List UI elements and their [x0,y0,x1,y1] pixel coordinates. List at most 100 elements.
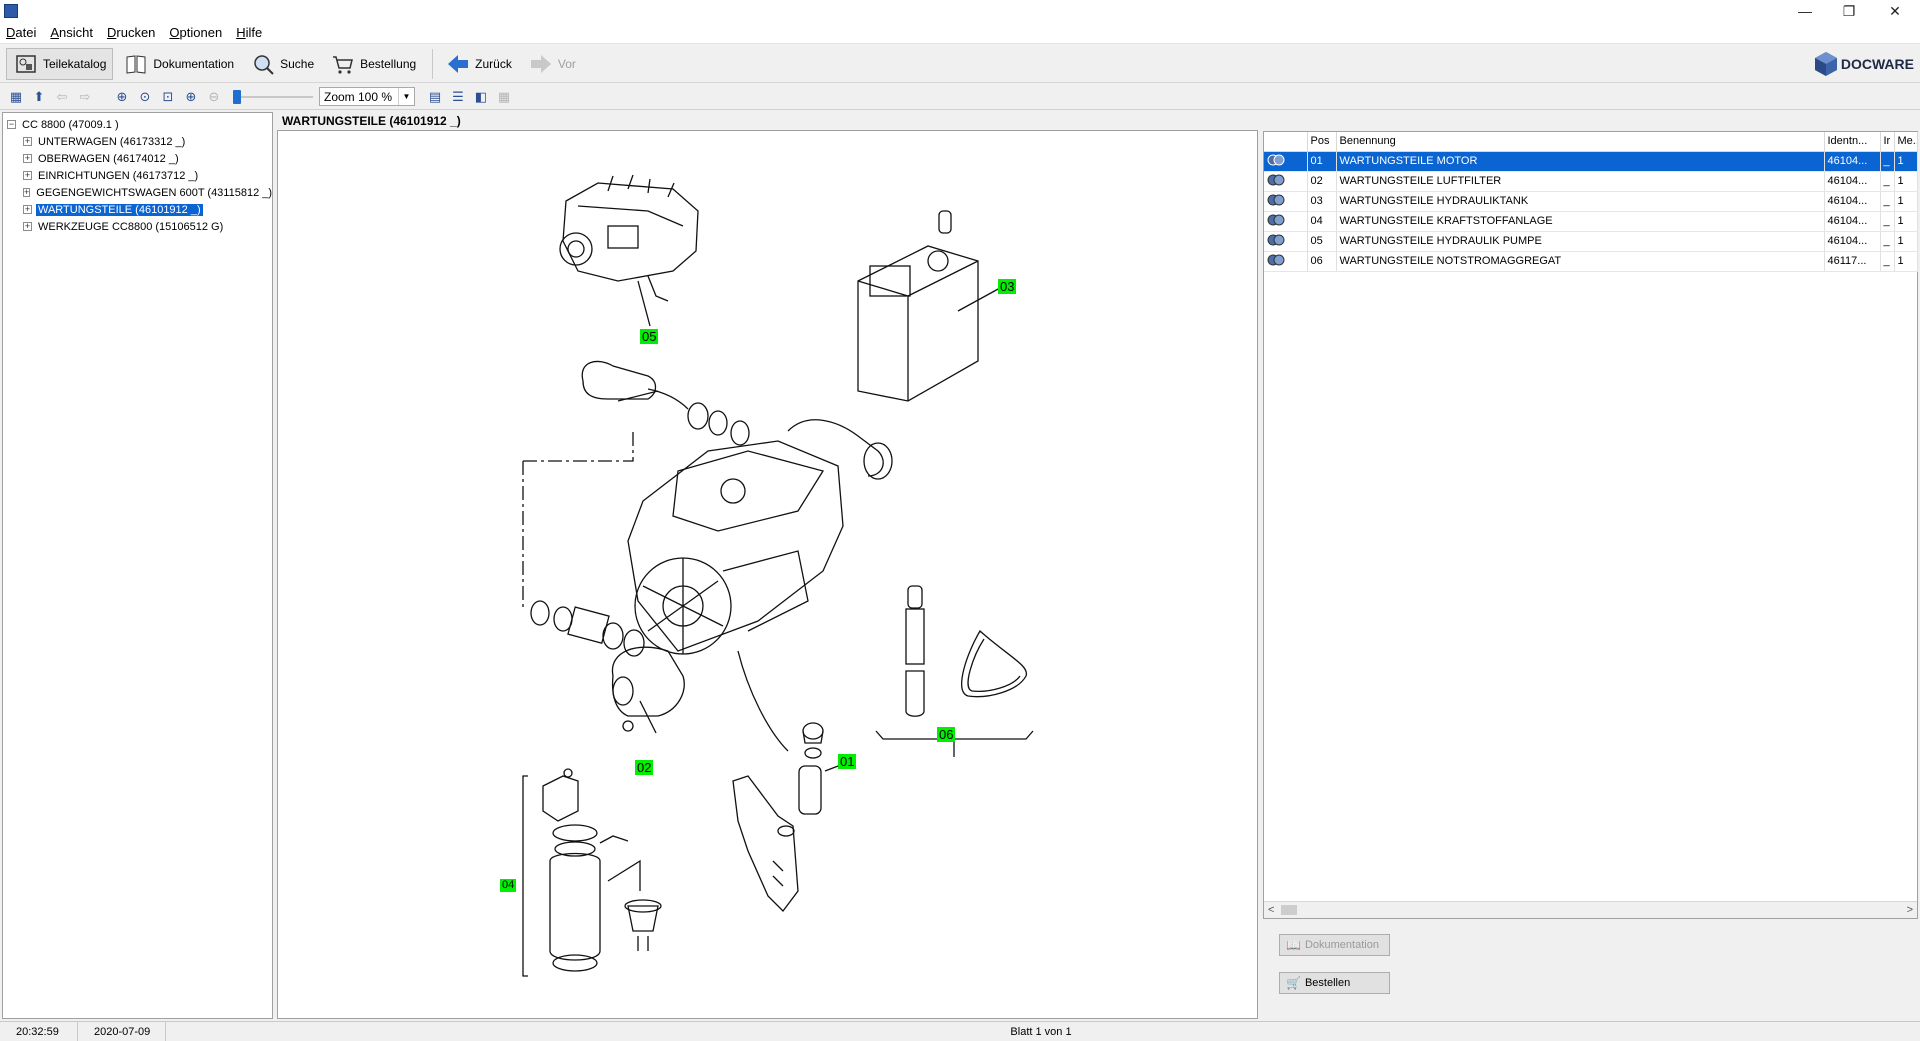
col-header-ir[interactable]: Ir [1880,132,1895,152]
layout-grid-icon[interactable]: ▦ [494,87,514,107]
restore-button[interactable]: ❐ [1826,0,1872,22]
navigation-tree: − CC 8800 (47009.1 ) + UNTERWAGEN (46173… [2,112,273,1019]
menge-cell: 1 [1894,231,1918,252]
tree-node-wartungsteile[interactable]: + WARTUNGSTEILE (46101912 _) [7,201,272,218]
tree-node-label[interactable]: UNTERWAGEN (46173312 _) [36,136,187,148]
expand-icon[interactable]: + [23,188,31,197]
layout-rows-icon[interactable]: ☰ [448,87,468,107]
position-label-02[interactable]: 02 [635,760,654,775]
col-header-ident[interactable]: Identn... [1824,132,1881,152]
zoom-window-icon[interactable]: ⊡ [158,87,178,107]
dokumentation-side-button[interactable]: 📖 Dokumentation [1279,934,1390,956]
col-header-pos[interactable]: Pos [1307,132,1337,152]
tree-node-werkzeuge[interactable]: + WERKZEUGE CC8800 (15106512 G) [7,218,272,235]
vor-button[interactable]: Vor [522,48,582,80]
col-header-benennung[interactable]: Benennung [1336,132,1825,152]
ident-cell: 46104... [1824,231,1881,252]
suche-button[interactable]: Suche [244,48,320,80]
tree-toggle-icon[interactable]: ▦ [6,87,26,107]
zoom-fit-icon[interactable]: ⊙ [135,87,155,107]
ir-cell: _ [1880,171,1895,192]
table-row[interactable]: 06 WARTUNGSTEILE NOTSTROMAGGREGAT 46117.… [1264,251,1918,272]
menu-datei[interactable]: Datei [6,25,36,40]
menge-cell: 1 [1894,191,1918,212]
table-row[interactable]: 02 WARTUNGSTEILE LUFTFILTER 46104... _ 1 [1264,171,1918,192]
arrow-left-icon [445,51,471,77]
minimize-button[interactable]: — [1782,0,1828,22]
expand-icon[interactable]: + [23,137,32,146]
close-button[interactable]: ✕ [1872,0,1918,22]
tree-node-label[interactable]: WERKZEUGE CC8800 (15106512 G) [36,221,225,233]
layout-list-icon[interactable]: ▤ [425,87,445,107]
parts-group-icon [1267,194,1285,205]
bestellen-button[interactable]: 🛒 Bestellen [1279,972,1390,994]
position-label-06[interactable]: 06 [937,727,956,742]
expand-icon[interactable]: + [23,171,32,180]
position-label-01[interactable]: 01 [838,754,857,769]
tree-node-gegengewichtswagen[interactable]: + GEGENGEWICHTSWAGEN 600T (43115812 _) [7,184,272,201]
zoom-plus-icon[interactable]: ⊕ [181,87,201,107]
expand-icon[interactable]: + [23,205,32,214]
vor-label: Vor [557,56,576,71]
expand-icon[interactable]: + [23,222,32,231]
back-small-icon[interactable]: ⇦ [52,87,72,107]
pos-cell: 06 [1307,251,1337,272]
tree-node-root[interactable]: − CC 8800 (47009.1 ) [7,116,272,133]
position-label-03[interactable]: 03 [998,279,1017,294]
chevron-down-icon[interactable]: ▼ [398,88,414,105]
zoom-select[interactable]: Zoom 100 % ▼ [319,87,415,106]
position-label-04[interactable]: 04 [500,879,517,892]
collapse-icon[interactable]: − [7,120,16,129]
table-header-row: Pos Benennung Identn... Ir Me... [1264,132,1918,152]
bestellung-button[interactable]: Bestellung [324,48,422,80]
engine-drawing [627,419,893,752]
title-bar: — ❐ ✕ [0,0,1920,22]
search-icon [250,51,276,77]
tree-node-label[interactable]: EINRICHTUNGEN (46173712 _) [36,170,200,182]
zurueck-button[interactable]: Zurück [439,48,518,80]
scrollbar-thumb[interactable] [1281,905,1297,915]
tree-node-oberwagen[interactable]: + OBERWAGEN (46174012 _) [7,150,272,167]
scroll-right-icon[interactable]: > [1907,904,1913,916]
menge-cell: 1 [1894,251,1918,272]
table-row[interactable]: 03 WARTUNGSTEILE HYDRAULIKTANK 46104... … [1264,191,1918,212]
teilekatalog-button[interactable]: Teilekatalog [6,47,114,80]
menu-ansicht[interactable]: Ansicht [50,25,93,40]
table-row[interactable]: 05 WARTUNGSTEILE HYDRAULIK PUMPE 46104..… [1264,231,1918,252]
zoom-in-icon[interactable]: ⊕ [112,87,132,107]
menu-optionen[interactable]: Optionen [169,25,222,40]
pos-cell: 03 [1307,191,1337,212]
table-row[interactable]: 04 WARTUNGSTEILE KRAFTSTOFFANLAGE 46104.… [1264,211,1918,232]
zoom-out-icon[interactable]: ⊖ [204,87,224,107]
parts-group-icon [1267,214,1285,225]
scroll-left-icon[interactable]: < [1268,904,1274,916]
table-horizontal-scrollbar[interactable]: < > [1264,901,1917,918]
tree-node-label[interactable]: OBERWAGEN (46174012 _) [36,153,181,165]
tree-node-einrichtungen[interactable]: + EINRICHTUNGEN (46173712 _) [7,167,272,184]
layout-split-icon[interactable]: ◧ [471,87,491,107]
exploded-drawing[interactable]: 05 03 02 01 06 04 [277,130,1258,1019]
tree-node-unterwagen[interactable]: + UNTERWAGEN (46173312 _) [7,133,272,150]
arrow-up-icon[interactable]: ⬆ [29,87,49,107]
dokumentation-button[interactable]: Dokumentation [117,48,240,80]
ir-cell: _ [1880,251,1895,272]
menu-drucken[interactable]: Drucken [107,25,155,40]
tree-node-label[interactable]: CC 8800 (47009.1 ) [20,119,121,131]
zoom-slider-thumb[interactable] [233,89,241,104]
pos-cell: 04 [1307,211,1337,232]
col-header-icon[interactable] [1264,132,1308,152]
tree-node-label[interactable]: WARTUNGSTEILE (46101912 _) [35,202,204,217]
menu-hilfe[interactable]: Hilfe [236,25,262,40]
tree-node-label[interactable]: GEGENGEWICHTSWAGEN 600T (43115812 _) [34,187,274,199]
forward-small-icon[interactable]: ⇨ [75,87,95,107]
status-date: 2020-07-09 [78,1022,166,1041]
parts-table-panel: Pos Benennung Identn... Ir Me... 01 WART… [1263,131,1918,919]
col-header-menge[interactable]: Me... [1894,132,1918,152]
table-row[interactable]: 01 WARTUNGSTEILE MOTOR 46104... _ 1 [1264,151,1918,172]
position-label-05[interactable]: 05 [640,329,659,344]
row-icon-cell [1264,171,1308,192]
expand-icon[interactable]: + [23,154,32,163]
bestellen-label: Bestellen [1304,977,1351,989]
zoom-slider[interactable] [233,89,313,105]
parts-catalog-icon [13,51,39,77]
